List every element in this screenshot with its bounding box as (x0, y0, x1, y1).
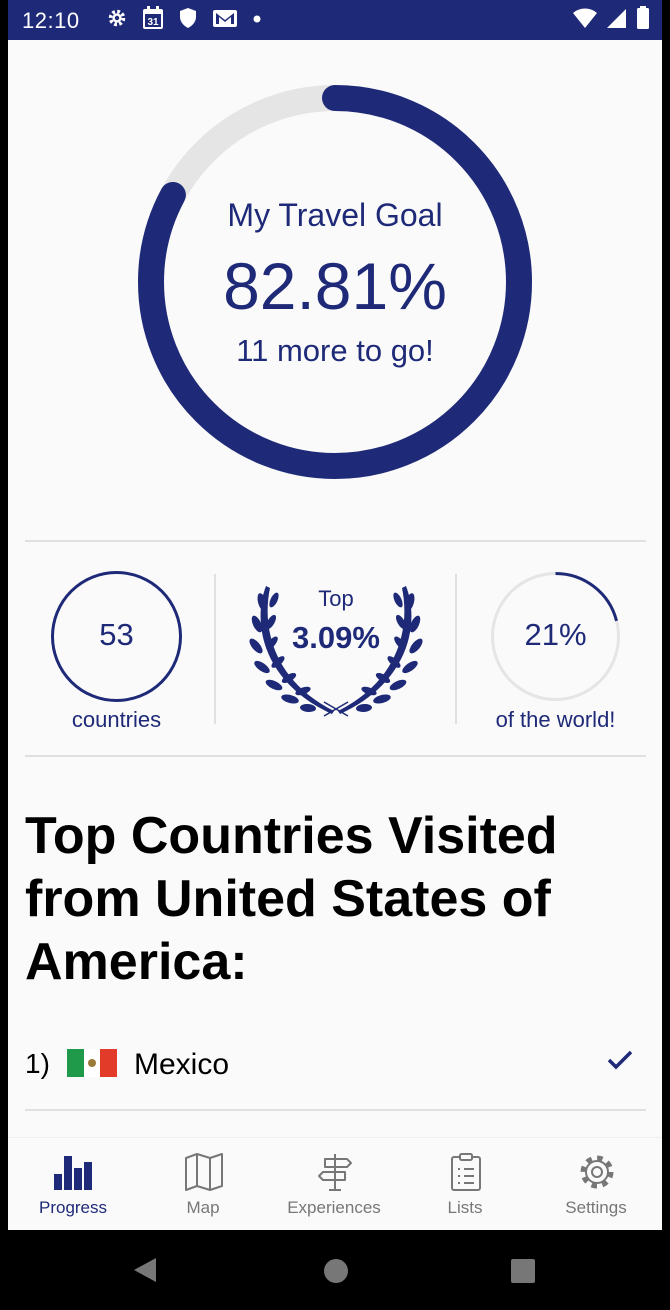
bar-chart-icon (54, 1156, 92, 1190)
gear-icon (580, 1155, 614, 1189)
notification-dot-icon (252, 11, 262, 29)
divider (25, 755, 646, 757)
status-time: 12:10 (22, 8, 80, 33)
map-icon (185, 1153, 223, 1191)
battery-icon (636, 5, 650, 35)
countries-count: 53 (99, 617, 134, 652)
settings-gear-status-icon (106, 7, 128, 34)
home-button[interactable] (323, 1258, 349, 1289)
country-rank: 1) (25, 1048, 50, 1079)
list-item[interactable]: 1) Mexico (25, 1040, 646, 1086)
nav-experiences[interactable]: Experiences (269, 1138, 399, 1230)
cell-signal-icon (606, 7, 628, 34)
goal-percentage: 82.81% (223, 249, 447, 323)
rank-value: 3.09% (292, 620, 380, 655)
back-triangle-icon (134, 1258, 156, 1282)
checkmark-icon (607, 1050, 633, 1075)
status-bar: 12:10 31 (8, 0, 662, 40)
mexico-flag-icon (67, 1049, 117, 1082)
nav-lists[interactable]: Lists (400, 1138, 530, 1230)
stat-separator (455, 574, 457, 724)
nav-map-label: Map (186, 1198, 220, 1217)
recents-button[interactable] (510, 1258, 536, 1289)
nav-progress[interactable]: Progress (8, 1138, 138, 1230)
goal-label: My Travel Goal (227, 197, 443, 233)
stat-separator (214, 574, 216, 724)
clipboard-list-icon (451, 1153, 481, 1191)
calendar-icon: 31 (142, 5, 164, 35)
recents-square-icon (511, 1259, 535, 1283)
rank-stat: Top 3.09% (244, 582, 428, 722)
nav-settings[interactable]: Settings (531, 1138, 661, 1230)
top-countries-heading: Top Countries Visited from United States… (25, 807, 558, 991)
nav-lists-label: Lists (447, 1198, 483, 1217)
travel-goal-ring: My Travel Goal 82.81% 11 more to go! (138, 85, 532, 479)
divider (25, 1109, 646, 1111)
rank-prefix: Top (318, 586, 354, 611)
world-label: of the world! (495, 707, 616, 732)
nav-map[interactable]: Map (138, 1138, 268, 1230)
shield-icon (178, 7, 198, 34)
home-circle-icon (324, 1259, 348, 1283)
system-navigation-bar (8, 1230, 662, 1310)
country-name: Mexico (134, 1048, 230, 1081)
progress-screen: My Travel Goal 82.81% 11 more to go! 53 … (8, 40, 662, 1230)
nav-progress-label: Progress (38, 1198, 108, 1217)
nav-settings-label: Settings (565, 1198, 627, 1217)
goal-remaining: 11 more to go! (236, 333, 434, 368)
countries-label: countries (71, 707, 162, 732)
calendar-day: 31 (147, 17, 159, 28)
divider (25, 540, 646, 542)
world-percentage: 21% (524, 617, 587, 652)
gmail-icon (212, 7, 238, 34)
wifi-icon (572, 7, 598, 34)
back-button[interactable] (132, 1256, 158, 1289)
signpost-icon (318, 1154, 352, 1191)
bottom-navigation: Progress Map Experiences Lists Settings (8, 1137, 662, 1230)
nav-experiences-label: Experiences (287, 1198, 381, 1217)
